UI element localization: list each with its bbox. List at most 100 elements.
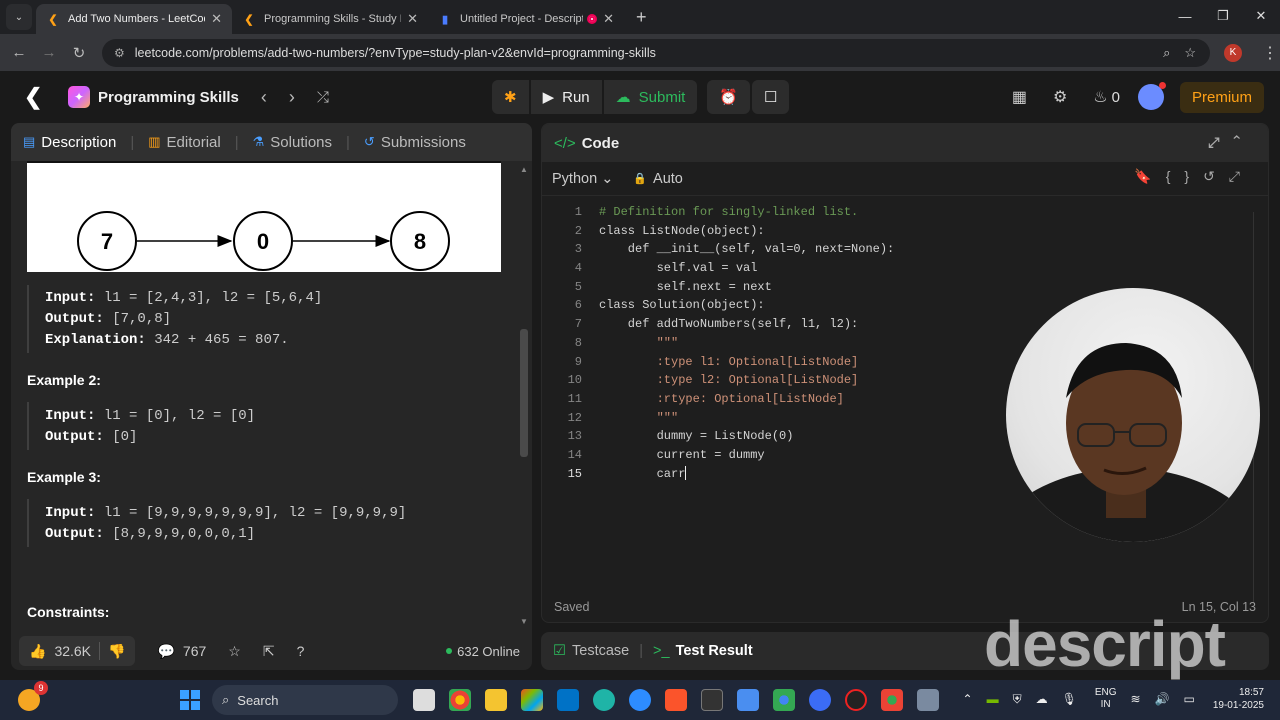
notepad-icon[interactable]	[737, 689, 759, 711]
close-tab-icon[interactable]: ✕	[211, 11, 222, 27]
tab-testcase[interactable]: ☑ Testcase	[553, 643, 629, 659]
example-input: l1 = [9,9,9,9,9,9,9], l2 = [9,9,9,9]	[103, 505, 407, 521]
brave-icon[interactable]	[665, 689, 687, 711]
minimize-icon[interactable]: —	[1166, 0, 1204, 32]
layout-grid-icon[interactable]: ▦	[1012, 87, 1027, 107]
wps-icon[interactable]	[809, 689, 831, 711]
help-icon[interactable]: ?	[297, 643, 305, 659]
bookmark-icon[interactable]: 🔖	[1134, 168, 1165, 184]
maximize-icon[interactable]: ❐	[1204, 0, 1242, 32]
timer-button[interactable]: ⏰	[707, 80, 751, 114]
tab-solutions[interactable]: ⚗ Solutions	[253, 134, 332, 151]
leetcode-logo-icon[interactable]: ❮	[24, 84, 46, 110]
study-plan-title[interactable]: Programming Skills	[98, 89, 239, 106]
windows-start-icon[interactable]	[180, 690, 200, 710]
shuffle-icon[interactable]: ⤮	[317, 89, 329, 106]
next-problem-icon[interactable]: ›	[289, 87, 295, 108]
prev-problem-icon[interactable]: ‹	[261, 87, 267, 108]
browser-tab-descript[interactable]: ▮ Untitled Project - Descript ✕	[428, 4, 624, 34]
thumbs-down-icon[interactable]: 👎	[108, 643, 125, 660]
profile-avatar[interactable]: K	[1224, 43, 1242, 62]
close-tab-icon[interactable]: ✕	[603, 11, 614, 27]
format-braces-icon[interactable]: {}	[1166, 168, 1203, 184]
favorite-star-icon[interactable]: ☆	[228, 643, 241, 660]
debug-button[interactable]: ✱	[492, 80, 529, 114]
code-text: self.val = val	[599, 261, 758, 276]
tab-submissions[interactable]: ↺ Submissions	[364, 134, 466, 151]
run-button[interactable]: ▶ Run	[530, 80, 602, 114]
settings-app-icon[interactable]	[917, 689, 939, 711]
opera-icon[interactable]	[845, 689, 867, 711]
reload-icon[interactable]: ↻	[64, 44, 94, 62]
weather-widget-icon[interactable]: 9	[18, 681, 48, 711]
nvidia-icon[interactable]: ▬	[987, 692, 999, 706]
scroll-down-icon[interactable]: ▼	[520, 617, 528, 626]
store-icon[interactable]	[521, 689, 543, 711]
premium-button[interactable]: Premium	[1179, 81, 1264, 113]
result-list-diagram: 7 0 8	[77, 211, 450, 271]
forward-icon[interactable]: →	[34, 44, 64, 61]
close-tab-icon[interactable]: ✕	[407, 11, 418, 27]
scroll-thumb[interactable]	[520, 329, 528, 457]
task-view-icon[interactable]	[413, 689, 435, 711]
zoom-icon[interactable]	[629, 689, 651, 711]
tray-overflow-icon[interactable]: ⌃	[963, 692, 973, 706]
browser-tab-leetcode[interactable]: ❮ Add Two Numbers - LeetCode ✕	[36, 4, 232, 34]
taskbar-search[interactable]: ⌕ Search	[212, 685, 398, 715]
battery-icon[interactable]: ▭	[1184, 692, 1195, 706]
reset-icon[interactable]: ↺	[1203, 168, 1229, 184]
example-output: [0]	[112, 429, 138, 445]
file-explorer-icon[interactable]	[485, 689, 507, 711]
language-indicator[interactable]: ENG IN	[1095, 687, 1117, 711]
code-title: Code	[581, 134, 620, 152]
url-field[interactable]: ⚙ leetcode.com/problems/add-two-numbers/…	[102, 38, 1210, 67]
user-avatar[interactable]	[1137, 82, 1166, 110]
clock[interactable]: 18:57 19-01-2025	[1213, 686, 1264, 712]
browser-tab-study-plan[interactable]: ❮ Programming Skills - Study Plan ✕	[232, 4, 428, 34]
security-icon[interactable]: ⛨	[1013, 692, 1022, 707]
system-tray: ⌃ ▬ ⛨ ☁ 🎙 ENG IN ≋ 🔊 ▭ 18:57 19-01-2025	[949, 686, 1265, 712]
node-value: 8	[414, 229, 426, 254]
comments-button[interactable]: 💬 767	[157, 643, 206, 660]
scroll-up-icon[interactable]: ▲	[520, 165, 528, 174]
edge-icon[interactable]	[593, 689, 615, 711]
zoom-icon[interactable]: ⌕	[1163, 45, 1170, 61]
volume-icon[interactable]: 🔊	[1155, 692, 1170, 706]
description-scrollbar[interactable]: ▲ ▼	[520, 165, 528, 626]
tab-description[interactable]: ▤ Description	[23, 134, 116, 151]
cloud-icon[interactable]: ☁	[1036, 692, 1048, 706]
bookmark-star-icon[interactable]: ☆	[1184, 45, 1196, 61]
clock-time: 18:57	[1238, 687, 1264, 698]
new-tab-icon[interactable]: +	[636, 7, 647, 28]
tab-editorial[interactable]: ▥ Editorial	[148, 134, 221, 151]
outlook-icon[interactable]	[557, 689, 579, 711]
site-info-icon[interactable]: ⚙	[114, 46, 125, 60]
streak-fire-icon[interactable]: ♨	[1093, 87, 1107, 107]
back-icon[interactable]: ←	[4, 44, 34, 61]
auto-mode-label[interactable]: Auto	[653, 171, 683, 187]
chrome-icon[interactable]	[449, 689, 471, 711]
share-icon[interactable]: ⇱	[263, 643, 275, 660]
code-text: dummy = ListNode(0)	[599, 429, 794, 444]
tab-test-result[interactable]: >_ Test Result	[653, 643, 753, 659]
browser-menu-icon[interactable]: ⋮	[1262, 43, 1278, 63]
fullscreen-icon[interactable]: ⤢	[1208, 134, 1233, 150]
thumbs-up-icon[interactable]: 👍	[29, 643, 46, 660]
study-plan-icon[interactable]: ✦	[68, 86, 90, 108]
chrome-alt-icon[interactable]	[881, 689, 903, 711]
microphone-icon[interactable]: 🎙	[1062, 692, 1077, 706]
expand-icon[interactable]: ⤢	[1229, 168, 1254, 184]
terminal-icon[interactable]	[701, 689, 723, 711]
language-select[interactable]: Python ⌄	[552, 171, 613, 187]
wifi-icon[interactable]: ≋	[1130, 692, 1140, 706]
close-window-icon[interactable]: ✕	[1242, 0, 1280, 32]
problem-panel: ▤ Description | ▥ Editorial | ⚗ Solutions |…	[11, 123, 532, 670]
tab-search-chevron-icon[interactable]: ⌄	[6, 4, 32, 30]
collapse-chevron-icon[interactable]: ⌃	[1233, 134, 1254, 150]
settings-gear-icon[interactable]: ⚙	[1053, 87, 1067, 107]
submit-button[interactable]: ☁ Submit	[603, 80, 698, 114]
like-dislike-group: 👍 32.6K 👎	[19, 636, 136, 666]
notes-button[interactable]: ☐	[752, 80, 790, 114]
example-border	[27, 285, 29, 353]
chrome-profile-icon[interactable]	[773, 689, 795, 711]
